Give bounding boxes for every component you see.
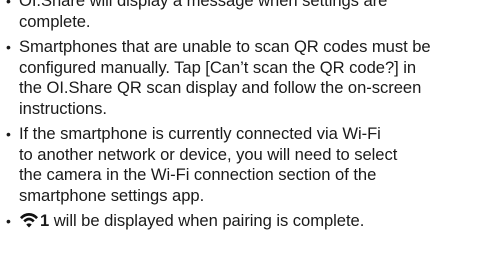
text-line: the camera in the Wi-Fi connection secti… [19, 165, 377, 184]
list-item: • OI.Share will display a message when s… [0, 0, 494, 32]
bullet-marker: • [6, 213, 11, 229]
text-line: OI.Share will display a message when set… [19, 0, 388, 10]
text-line: configured manually. Tap [Can’t scan the… [19, 57, 417, 77]
wifi-badge-number: 1 [40, 211, 50, 230]
text-line: Smartphones that are unable to scan QR c… [19, 37, 431, 56]
bullet-marker: • [6, 39, 11, 55]
bullet-list: • OI.Share will display a message when s… [0, 0, 494, 232]
text-line-content: will be displayed when pairing is comple… [53, 211, 365, 230]
list-item: • 1 will be displayed when pairing is co… [0, 211, 494, 232]
text-line: smartphone settings app. [19, 185, 205, 205]
text-line: to another network or device, you will n… [19, 144, 398, 164]
text-line: complete. [19, 11, 91, 31]
text-line: 1 will be displayed when pairing is comp… [19, 211, 494, 232]
wifi-icon [20, 213, 38, 228]
list-item: • If the smartphone is currently connect… [0, 124, 494, 206]
manual-page: • OI.Share will display a message when s… [0, 0, 494, 237]
list-item: • Smartphones that are unable to scan QR… [0, 37, 494, 119]
bullet-marker: • [6, 126, 11, 142]
text-line: If the smartphone is currently connected… [19, 124, 381, 143]
bullet-marker: • [6, 0, 11, 9]
text-line: instructions. [19, 98, 107, 118]
text-line: the OI.Share QR scan display and follow … [19, 78, 422, 97]
